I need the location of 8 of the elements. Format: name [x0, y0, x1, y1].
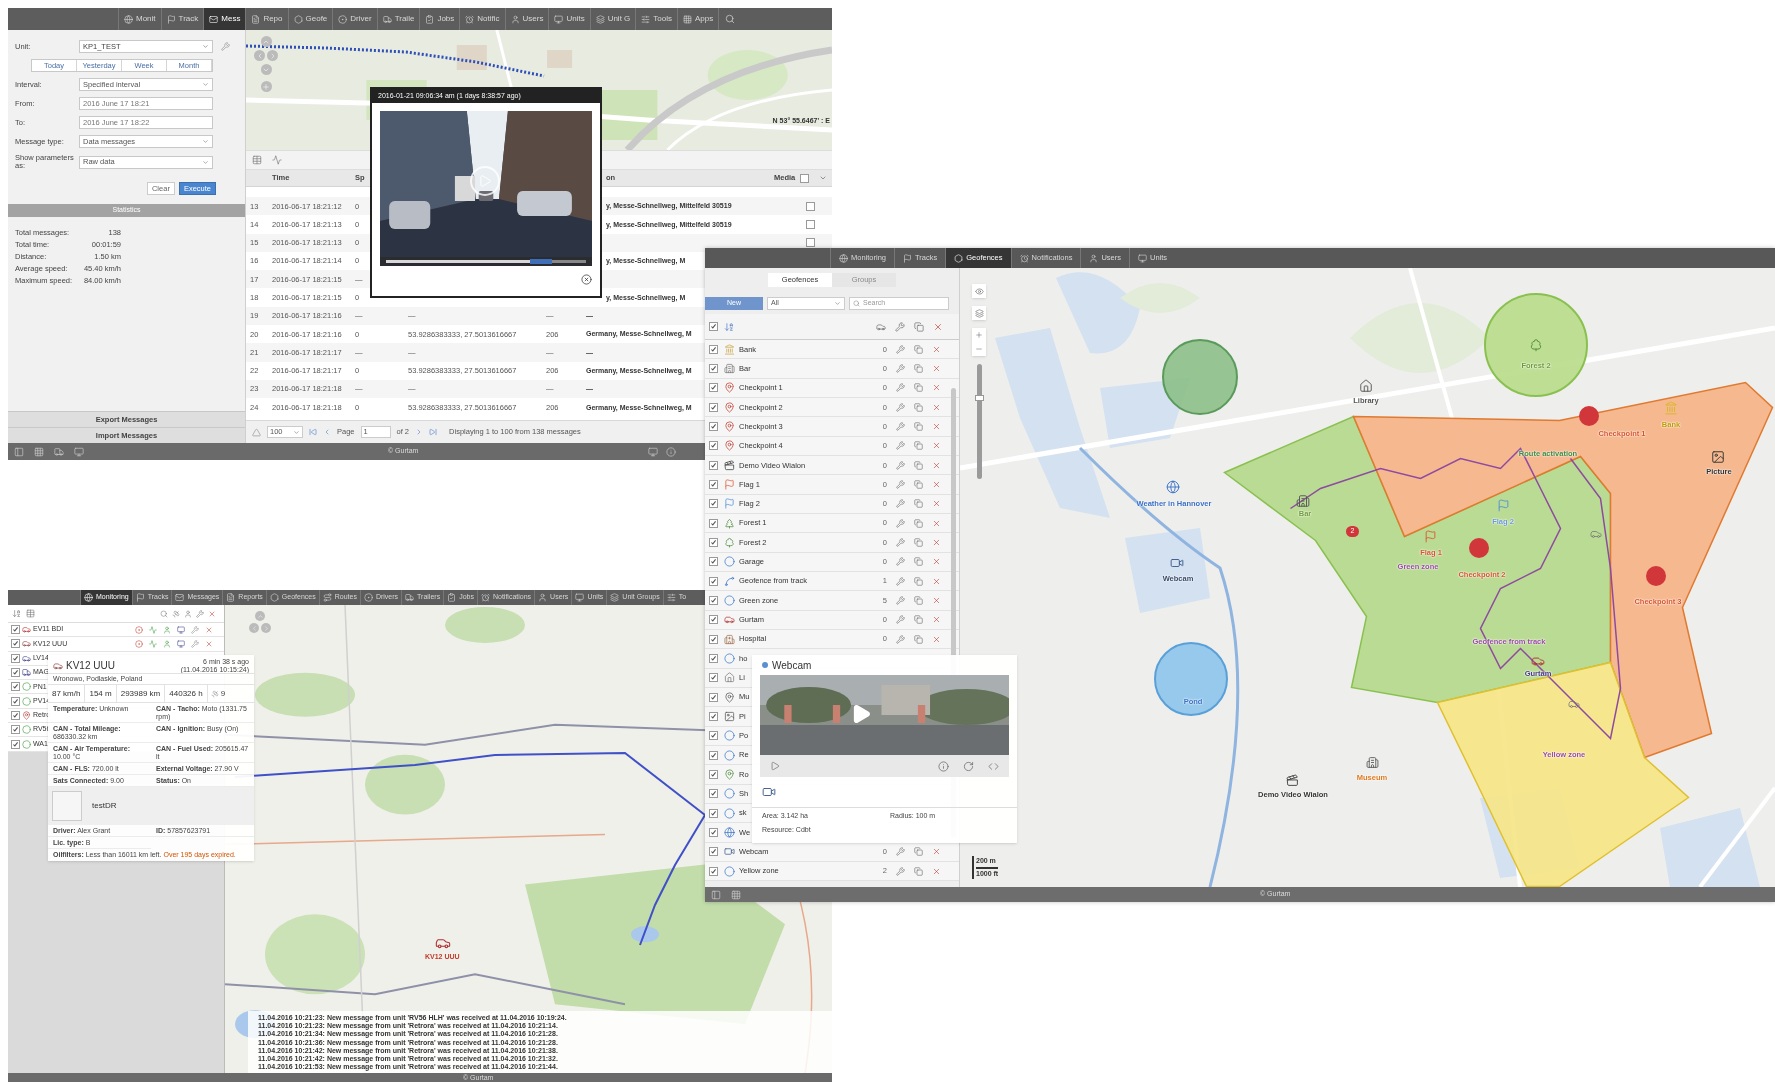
stat-value: 154 m	[85, 685, 117, 702]
stat-value: 440326 h	[165, 685, 208, 702]
nav-tab[interactable]: Mess	[203, 8, 246, 30]
popup-title: KV12 UUU	[66, 659, 115, 673]
driver-name: testDR	[92, 800, 117, 812]
stat-value: 293989 km	[116, 685, 166, 702]
satellite-count: 9	[220, 687, 226, 700]
stat-value: 87 km/h	[48, 685, 86, 702]
